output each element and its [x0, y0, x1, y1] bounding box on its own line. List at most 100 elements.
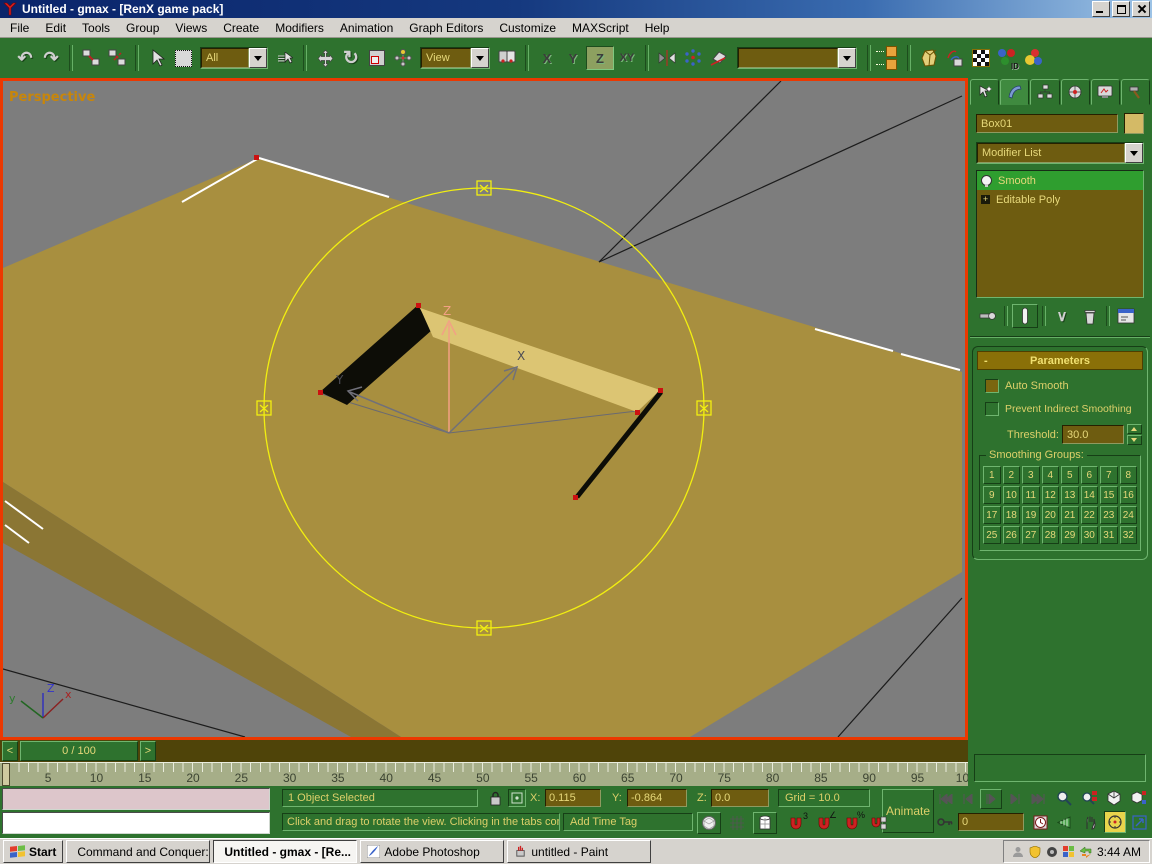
modifier-list-dropdown[interactable]: Modifier List [976, 142, 1144, 164]
use-pivot-point-center-icon[interactable] [494, 45, 520, 71]
go-to-start-icon[interactable] [936, 790, 956, 808]
go-to-end-icon[interactable] [1028, 790, 1048, 808]
track-bar[interactable]: 5101520253035404550556065707580859095100 [0, 762, 968, 787]
window-crossing-toggle-icon[interactable]: ≡ [272, 45, 298, 71]
smoothing-group-button[interactable]: 3 [1022, 466, 1040, 484]
track-view-icon[interactable] [876, 45, 902, 71]
modifier-enabled-icon[interactable] [981, 175, 992, 186]
smoothing-group-button[interactable]: 14 [1081, 486, 1099, 504]
minimize-button[interactable] [1092, 1, 1110, 17]
smoothing-group-button[interactable]: 15 [1100, 486, 1118, 504]
play-animation-icon[interactable] [980, 789, 1002, 809]
security-shield-icon[interactable] [1029, 846, 1041, 858]
redo-icon[interactable]: ↷ [38, 45, 64, 71]
smoothing-group-button[interactable]: 21 [1061, 506, 1079, 524]
material-navigator-icon[interactable] [916, 45, 942, 71]
dropdown-arrow-icon[interactable] [471, 48, 489, 68]
percent-snap-icon[interactable]: % [840, 812, 864, 834]
min-max-toggle-icon[interactable] [1129, 812, 1149, 832]
task-photoshop[interactable]: Adobe Photoshop [360, 840, 504, 863]
restrict-y-button[interactable]: Y [560, 47, 586, 69]
smoothing-group-button[interactable]: 27 [1022, 526, 1040, 544]
object-name-field[interactable]: Box01 [976, 114, 1118, 133]
taskbar-clock[interactable]: 3:44 AM [1097, 845, 1141, 859]
z-coordinate-field[interactable]: 0.0 [711, 789, 769, 807]
add-time-tag[interactable]: Add Time Tag [563, 813, 693, 831]
utilities-tab[interactable] [1121, 79, 1150, 105]
show-end-result-icon[interactable] [1012, 304, 1038, 328]
collapse-icon[interactable]: - [984, 355, 988, 367]
next-frame-icon[interactable] [1006, 790, 1024, 808]
menu-item[interactable]: Create [215, 19, 267, 37]
smoothing-group-button[interactable]: 5 [1061, 466, 1079, 484]
threshold-field[interactable]: 30.0 [1062, 425, 1124, 444]
time-configuration-icon[interactable] [1030, 812, 1050, 832]
smoothing-group-button[interactable]: 12 [1042, 486, 1060, 504]
current-frame-field[interactable]: 0 [958, 813, 1024, 831]
smoothing-group-button[interactable]: 31 [1100, 526, 1118, 544]
degradation-box-icon[interactable] [753, 812, 777, 834]
previous-frame-icon[interactable] [959, 790, 977, 808]
expand-icon[interactable] [981, 195, 990, 204]
menu-item[interactable]: Help [637, 19, 678, 37]
modifier-stack-row-editable-poly[interactable]: Editable Poly [977, 190, 1143, 209]
degradation-sphere-icon[interactable] [697, 812, 721, 834]
schematic-view-icon[interactable] [942, 45, 968, 71]
menu-item[interactable]: Customize [491, 19, 564, 37]
smoothing-group-button[interactable]: 8 [1120, 466, 1138, 484]
arc-rotate-icon[interactable] [1104, 811, 1126, 833]
close-button[interactable] [1132, 1, 1150, 17]
smoothing-group-button[interactable]: 19 [1022, 506, 1040, 524]
select-and-move-icon[interactable] [312, 45, 338, 71]
smoothing-group-button[interactable]: 32 [1120, 526, 1138, 544]
smoothing-group-button[interactable]: 18 [1003, 506, 1021, 524]
dropdown-arrow-icon[interactable] [249, 48, 267, 68]
smoothing-group-button[interactable]: 25 [983, 526, 1001, 544]
smoothing-group-button[interactable]: 22 [1081, 506, 1099, 524]
menu-item[interactable]: Group [118, 19, 167, 37]
macro-recorder-pane[interactable] [2, 788, 270, 810]
next-frame-arrow[interactable]: > [140, 741, 156, 761]
smoothing-group-button[interactable]: 2 [1003, 466, 1021, 484]
smoothing-group-button[interactable]: 16 [1120, 486, 1138, 504]
motion-tab[interactable] [1061, 79, 1090, 105]
remove-modifier-icon[interactable] [1078, 305, 1102, 327]
smoothing-group-button[interactable]: 9 [983, 486, 1001, 504]
zoom-icon[interactable] [1053, 788, 1075, 808]
snap-toggle-3d-icon[interactable]: 3 [784, 812, 808, 834]
modify-tab[interactable] [1000, 79, 1029, 105]
threshold-spinner-up[interactable] [1127, 424, 1142, 434]
threshold-spinner-down[interactable] [1127, 435, 1142, 445]
restrict-xy-button[interactable]: XY [614, 47, 640, 69]
task-gmax[interactable]: Untitled - gmax - [Re... [213, 840, 357, 863]
smoothing-group-button[interactable]: 10 [1003, 486, 1021, 504]
smoothing-group-button[interactable]: 20 [1042, 506, 1060, 524]
reference-coordinate-dropdown[interactable]: View [420, 47, 490, 69]
select-and-link-icon[interactable] [78, 45, 104, 71]
smoothing-group-button[interactable]: 26 [1003, 526, 1021, 544]
restore-button[interactable] [1112, 1, 1130, 17]
smoothing-group-button[interactable]: 4 [1042, 466, 1060, 484]
smoothing-group-button[interactable]: 6 [1081, 466, 1099, 484]
pan-view-icon[interactable] [1079, 812, 1101, 832]
mirror-icon[interactable] [654, 45, 680, 71]
set-key-icon[interactable] [936, 813, 954, 831]
smoothing-group-button[interactable]: 17 [983, 506, 1001, 524]
smoothing-group-button[interactable]: 23 [1100, 506, 1118, 524]
viewport-label[interactable]: Perspective [9, 90, 95, 105]
smoothing-group-button[interactable]: 29 [1061, 526, 1079, 544]
zoom-extents-all-icon[interactable] [1127, 788, 1149, 808]
smoothing-group-button[interactable]: 24 [1120, 506, 1138, 524]
make-unique-icon[interactable]: ∨ [1050, 305, 1074, 327]
update-arrows-icon[interactable] [1079, 846, 1092, 858]
menu-item[interactable]: Graph Editors [401, 19, 491, 37]
menu-item[interactable]: Views [167, 19, 215, 37]
restrict-x-button[interactable]: X [534, 47, 560, 69]
hierarchy-tab[interactable] [1030, 79, 1059, 105]
material-id-icon[interactable]: ID [994, 45, 1020, 71]
menu-item[interactable]: Modifiers [267, 19, 332, 37]
time-slider-thumb[interactable]: 0 / 100 [20, 741, 138, 761]
task-command-and-conquer[interactable]: Command and Conquer: ... [66, 840, 210, 863]
display-tab[interactable] [1091, 79, 1120, 105]
render-scene-icon[interactable] [968, 45, 994, 71]
